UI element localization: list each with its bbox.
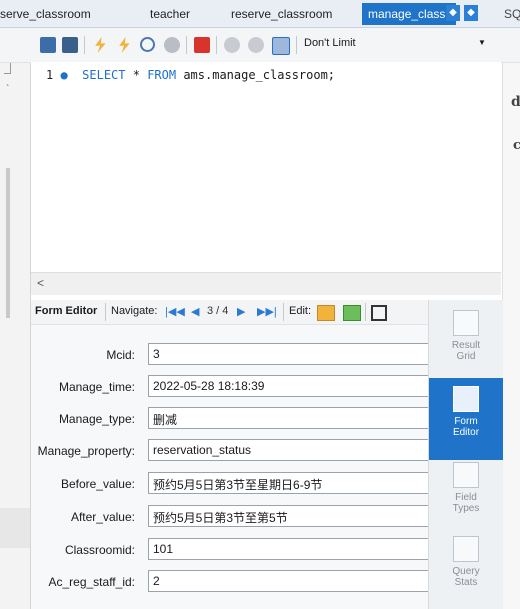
- navigate-label: Navigate:: [111, 305, 158, 317]
- toggle-error-icon[interactable]: [194, 37, 210, 53]
- record-position: 3 / 4: [207, 305, 229, 317]
- sql-line-1[interactable]: 1 ● SELECT * FROM ams.manage_classroom;: [46, 68, 335, 82]
- scroll-left-icon[interactable]: <: [37, 276, 44, 290]
- tab-bar: serve_classroom teacher reserve_classroo…: [0, 0, 520, 28]
- sql-star: *: [125, 68, 148, 82]
- field-value: 预约5月5日第3节至第5节: [153, 511, 288, 525]
- field-value-input[interactable]: 101: [148, 538, 431, 560]
- field-value-input[interactable]: reservation_status: [148, 439, 431, 461]
- edit-label: Edit:: [289, 305, 312, 317]
- tab-teacher[interactable]: teacher: [150, 3, 190, 25]
- edit-row-icon[interactable]: [317, 305, 335, 321]
- tab-sql-cut[interactable]: SQ: [504, 3, 520, 25]
- field-label: Mcid:: [106, 348, 135, 362]
- query-stats-button[interactable]: Query Stats: [429, 536, 503, 600]
- tab-scroll-right-icon[interactable]: ◆: [464, 5, 478, 21]
- rollback-icon[interactable]: [248, 37, 264, 53]
- grid-icon: [453, 310, 479, 336]
- field-value: 预约5月5日第3节至星期日6-9节: [153, 478, 323, 492]
- field-types-label: Field Types: [452, 492, 480, 514]
- field-value: 2: [153, 574, 160, 588]
- field-value: 101: [153, 542, 174, 556]
- form-editor-label: Form Editor: [452, 416, 480, 438]
- field-value-input[interactable]: 3: [148, 343, 431, 365]
- field-value: 2022-05-28 18:18:39: [153, 379, 265, 393]
- next-record-icon[interactable]: ▶: [237, 306, 245, 318]
- field-value-input[interactable]: 预约5月5日第3节至第5节: [148, 505, 431, 527]
- execute-current-icon[interactable]: [119, 37, 130, 53]
- toolbar-separator: [216, 36, 217, 54]
- toolbar-separator: [283, 303, 284, 321]
- right-char-c: c: [513, 138, 520, 153]
- explain-magnifier-icon[interactable]: [140, 37, 155, 52]
- sql-editor[interactable]: 1 ● SELECT * FROM ams.manage_classroom;: [31, 62, 501, 272]
- stop-icon[interactable]: [164, 37, 180, 53]
- result-grid-button[interactable]: Result Grid: [429, 310, 503, 374]
- scrollbar[interactable]: [6, 168, 10, 318]
- field-label: Manage_property:: [37, 444, 135, 458]
- form-area: [31, 325, 428, 609]
- limit-label[interactable]: Don't Limit: [304, 37, 356, 49]
- field-label: Classroomid:: [64, 543, 135, 557]
- toolbar-separator: [105, 303, 106, 321]
- query-stats-icon: [453, 536, 479, 562]
- field-label: Manage_type:: [58, 412, 135, 426]
- sql-table-name: ams.manage_classroom;: [176, 68, 336, 82]
- toolbar-separator: [365, 303, 366, 321]
- toolbar-separator: [186, 36, 187, 54]
- first-record-icon[interactable]: |◀◀: [165, 306, 185, 318]
- query-stats-label: Query Stats: [452, 566, 480, 588]
- previous-record-icon[interactable]: ◀: [191, 306, 199, 318]
- tab-scroll-left-icon[interactable]: ◆: [446, 5, 460, 21]
- field-value: 删减: [153, 413, 178, 427]
- field-label: Before_value:: [60, 477, 135, 491]
- panel-block: [0, 508, 30, 548]
- form-editor-button[interactable]: Form Editor: [429, 378, 503, 460]
- field-value: 3: [153, 347, 160, 361]
- sql-keyword-from: FROM: [147, 68, 177, 82]
- autocommit-icon[interactable]: [272, 37, 290, 55]
- toolbar-separator: [84, 36, 85, 54]
- field-types-icon: [453, 462, 479, 488]
- last-record-icon[interactable]: ▶▶|: [257, 306, 277, 318]
- field-value-input[interactable]: 删减: [148, 407, 431, 429]
- field-value: reservation_status: [153, 443, 252, 457]
- tab-manage-classroom[interactable]: manage_class: [362, 3, 456, 25]
- result-grid-label: Result Grid: [451, 340, 481, 362]
- left-panel-strip: `: [0, 28, 31, 609]
- toolbar-separator: [296, 36, 297, 54]
- form-editor-title: Form Editor: [35, 305, 98, 317]
- add-row-icon[interactable]: [343, 305, 361, 321]
- form-editor-toolbar: Form Editor Navigate: |◀◀ ◀ 3 / 4 ▶ ▶▶| …: [31, 300, 441, 325]
- field-label: Ac_reg_staff_id:: [48, 575, 135, 589]
- limit-dropdown-icon[interactable]: ▼: [478, 38, 486, 47]
- sql-toolbar: Don't Limit ▼: [0, 28, 520, 63]
- field-label: Manage_time:: [58, 380, 135, 394]
- field-value-input[interactable]: 2: [148, 570, 431, 592]
- right-char-d: d: [511, 94, 520, 110]
- caret-icon: `: [6, 84, 10, 95]
- save-icon[interactable]: [62, 37, 78, 53]
- form-icon: [453, 386, 479, 412]
- field-label: After_value:: [70, 510, 135, 524]
- commit-icon[interactable]: [224, 37, 240, 53]
- field-types-button[interactable]: Field Types: [429, 462, 503, 526]
- open-folder-icon[interactable]: [40, 37, 56, 53]
- tab-reserve-classroom[interactable]: reserve_classroom: [231, 3, 332, 25]
- execute-lightning-icon[interactable]: [95, 37, 106, 53]
- result-view-switcher: Result Grid Form Editor Field Types Quer…: [428, 300, 503, 609]
- tab-reserve-classroom-cut[interactable]: serve_classroom: [0, 3, 91, 25]
- field-value-input[interactable]: 预约5月5日第3节至星期日6-9节: [148, 472, 431, 494]
- sql-keyword-select: SELECT: [82, 68, 126, 82]
- right-panel-strip: ◀ d c: [502, 28, 520, 609]
- field-value-input[interactable]: 2022-05-28 18:18:39: [148, 375, 431, 397]
- delete-row-icon[interactable]: [371, 305, 387, 321]
- horizontal-scrollbar[interactable]: <: [31, 272, 501, 295]
